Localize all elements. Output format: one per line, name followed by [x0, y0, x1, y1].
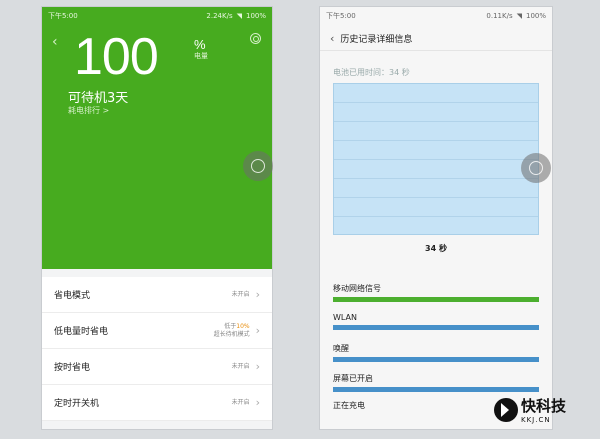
chevron-right-icon: › [255, 324, 260, 337]
chevron-right-icon: › [255, 360, 260, 373]
standby-time: 可待机3天 [68, 91, 129, 106]
history-detail-screen: 下午5:00 0.11K/s ◥ 100% ‹ 历史记录详细信息 电池已用时间：… [320, 7, 552, 429]
status-time: 下午5:00 [326, 12, 356, 20]
chart-gridline [334, 102, 538, 103]
page-header: ‹ 历史记录详细信息 [320, 27, 552, 51]
battery-history-chart [333, 83, 539, 235]
list-item-scheduled-saving[interactable]: 按时省电 未开启 › [42, 349, 272, 385]
stat-label: 唤醒 [333, 344, 349, 353]
stat-wlan: WLAN [333, 313, 539, 330]
list-item-low-battery[interactable]: 低电量时省电 低于10% 超长待机模式 › [42, 313, 272, 349]
threshold-value: 10% [236, 322, 250, 330]
network-speed: 0.11K/s [486, 12, 513, 20]
battery-level: 100% [245, 12, 266, 20]
wifi-icon: ◥ [516, 12, 522, 20]
battery-level: 100% [525, 12, 546, 20]
percent-label: 电量 [194, 52, 208, 60]
stat-label: 屏幕已开启 [333, 374, 373, 383]
row-label: 低电量时省电 [54, 327, 109, 337]
chart-duration: 34 秒 [425, 244, 447, 253]
chart-gridline [334, 140, 538, 141]
assistive-touch-button[interactable] [521, 153, 551, 183]
battery-percent: 100 [74, 28, 159, 86]
row-value: 未开启 [231, 398, 250, 406]
wifi-icon: ◥ [236, 12, 242, 20]
row-value: 未开启 [231, 362, 250, 370]
stat-bar [333, 357, 539, 362]
percent-sign: % [194, 37, 206, 52]
row-label: 定时开关机 [54, 399, 100, 409]
assistive-touch-button[interactable] [243, 151, 273, 181]
stat-bar [333, 387, 539, 392]
status-bar: 下午5:00 2.24K/s ◥ 100% [42, 7, 272, 25]
network-speed: 2.24K/s [206, 12, 233, 20]
settings-icon[interactable] [250, 33, 261, 44]
list-item-scheduled-power[interactable]: 定时开关机 未开启 › [42, 385, 272, 421]
row-label: 省电模式 [54, 291, 91, 301]
stat-bar [333, 297, 539, 302]
battery-used-time: 电池已用时间：34 秒 [333, 68, 410, 77]
chart-gridline [334, 159, 538, 160]
chart-gridline [334, 216, 538, 217]
stat-bar [333, 325, 539, 330]
page-title: 历史记录详细信息 [340, 35, 413, 45]
chevron-right-icon: › [255, 288, 260, 301]
back-icon[interactable]: ‹ [52, 34, 58, 50]
chart-gridline [334, 121, 538, 122]
threshold-mode: 超长待机模式 [213, 330, 250, 338]
status-time: 下午5:00 [48, 12, 78, 20]
threshold-prefix: 低于 [224, 322, 237, 330]
chevron-right-icon: › [255, 396, 260, 409]
charging-status: 正在充电 [333, 401, 365, 410]
watermark-logo-icon [494, 397, 518, 422]
battery-screen: 下午5:00 2.24K/s ◥ 100% ‹ 100 % 电量 可待机3天 耗… [42, 7, 272, 429]
stat-mobile-signal: 移动网络信号 [333, 283, 539, 302]
power-settings-list: 省电模式 未开启 › 低电量时省电 低于10% 超长待机模式 › 按时省电 未开… [42, 277, 272, 421]
row-label: 按时省电 [54, 363, 91, 373]
stat-label: WLAN [333, 313, 358, 322]
stat-screen-on: 屏幕已开启 [333, 373, 539, 392]
row-value: 未开启 [231, 290, 250, 298]
watermark: 快科技 KKJ.CN [494, 395, 566, 424]
watermark-text: 快科技 [521, 397, 567, 415]
battery-header: 下午5:00 2.24K/s ◥ 100% ‹ 100 % 电量 可待机3天 耗… [42, 7, 272, 269]
row-value: 低于10% 超长待机模式 [214, 323, 250, 339]
stat-awake: 唤醒 [333, 343, 539, 362]
list-item-power-saving[interactable]: 省电模式 未开启 › [42, 277, 272, 313]
power-rank-link[interactable]: 耗电排行 > [68, 105, 109, 116]
watermark-domain: KKJ.CN [521, 416, 551, 424]
status-bar: 下午5:00 0.11K/s ◥ 100% [320, 7, 552, 25]
chart-gridline [334, 178, 538, 179]
back-icon[interactable]: ‹ [330, 32, 334, 45]
stat-label: 移动网络信号 [333, 284, 381, 293]
chart-gridline [334, 197, 538, 198]
